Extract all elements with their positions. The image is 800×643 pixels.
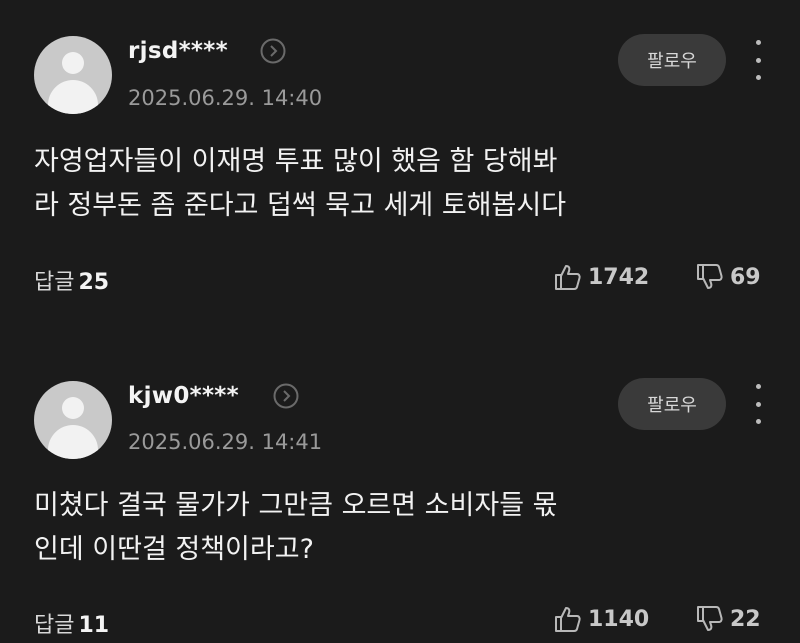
comment-item: kjw0**** 2025.06.29. 14:41 팔로우 미쳤다 결국 물가…: [0, 0, 800, 643]
comment-text: 미쳤다 결국 물가가 그만큼 오르면 소비자들 몫 인데 이딴걸 정책이라고?: [34, 484, 774, 572]
username[interactable]: kjw0****: [128, 383, 239, 409]
reply-button[interactable]: 답글 11: [34, 607, 109, 639]
avatar-head: [62, 397, 84, 419]
comment-line: 미쳤다 결국 물가가 그만큼 오르면 소비자들 몫: [34, 490, 558, 521]
thumbs-up-icon: [555, 607, 581, 632]
timestamp: 2025.06.29. 14:41: [128, 430, 323, 454]
avatar-body: [48, 425, 98, 459]
like-count: 1140: [588, 606, 650, 632]
more-options-icon[interactable]: [748, 384, 768, 424]
thumbs-down-icon: [697, 606, 723, 631]
like-button[interactable]: 1140: [552, 604, 649, 634]
dislike-button[interactable]: 22: [694, 604, 761, 634]
avatar[interactable]: [34, 381, 112, 459]
dislike-count: 22: [730, 606, 761, 632]
comment-line: 인데 이딴걸 정책이라고?: [34, 534, 314, 565]
chevron-circle-icon[interactable]: [273, 383, 299, 409]
reply-label: 답글: [34, 613, 75, 638]
follow-button[interactable]: 팔로우: [618, 378, 726, 430]
reply-count: 11: [78, 613, 110, 638]
